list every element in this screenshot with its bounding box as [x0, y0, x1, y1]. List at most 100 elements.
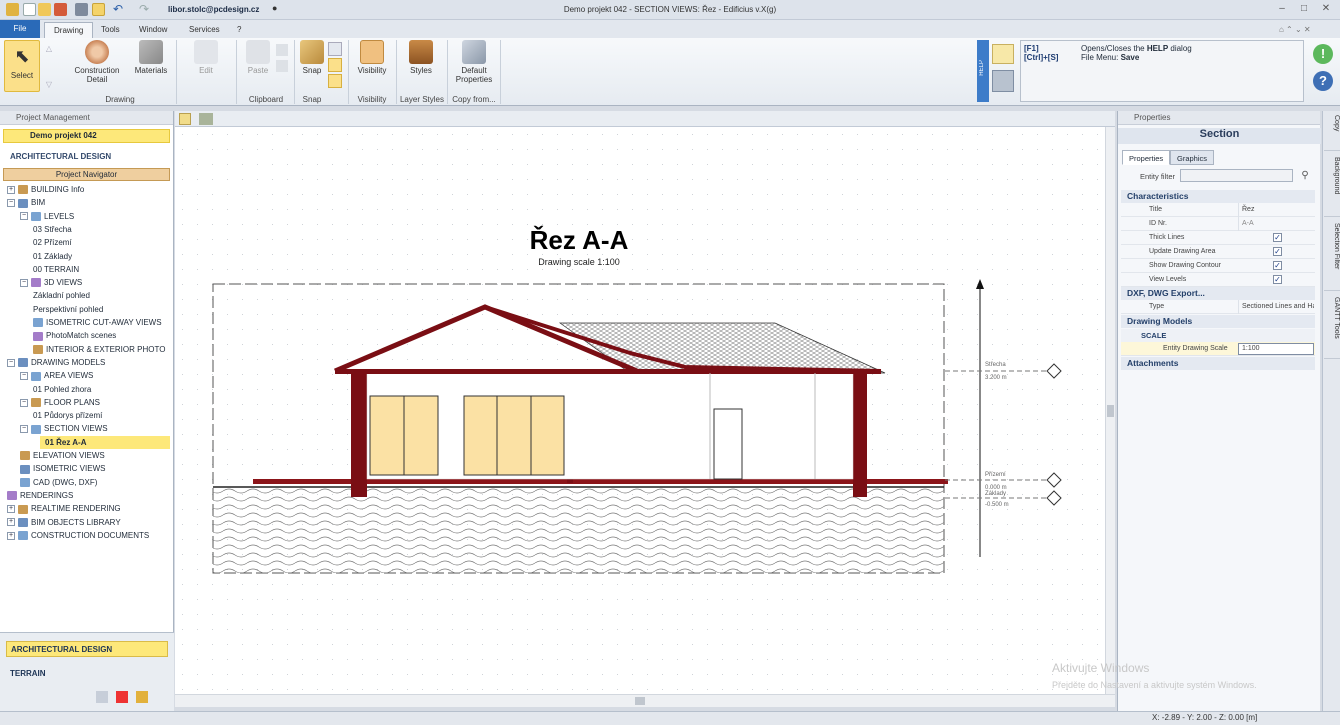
- prop-row-update-area[interactable]: Update Drawing Area ✓: [1121, 245, 1315, 259]
- maximize-button[interactable]: □: [1293, 2, 1315, 16]
- tree-item[interactable]: + BIM OBJECTS LIBRARY: [7, 516, 121, 529]
- help-strip[interactable]: HELP: [977, 40, 989, 102]
- tab-services[interactable]: Services: [180, 22, 229, 38]
- prop-row-title[interactable]: Title Řez: [1121, 203, 1315, 217]
- collapse-icon[interactable]: −: [20, 425, 28, 434]
- vertical-scroll-thumb[interactable]: [1107, 405, 1114, 417]
- tree-item[interactable]: PhotoMatch scenes: [33, 329, 116, 342]
- pointer-icon[interactable]: [92, 3, 105, 16]
- close-button[interactable]: ✕: [1315, 2, 1337, 16]
- snap-grid-icon[interactable]: [328, 42, 342, 56]
- horizontal-scroll-thumb[interactable]: [635, 697, 645, 705]
- tab-tools[interactable]: Tools: [92, 22, 129, 38]
- thick-lines-checkbox[interactable]: ✓: [1273, 233, 1282, 242]
- tree-item[interactable]: ISOMETRIC VIEWS: [20, 462, 105, 475]
- construction-detail-button[interactable]: Construction Detail: [68, 40, 126, 84]
- view-levels-checkbox[interactable]: ✓: [1273, 275, 1282, 284]
- tree-item[interactable]: 02 Přízemí: [33, 236, 72, 249]
- project-navigator-button[interactable]: Project Navigator: [3, 168, 170, 181]
- new-file-icon[interactable]: [23, 3, 36, 16]
- tree-item[interactable]: + CONSTRUCTION DOCUMENTS: [7, 529, 149, 542]
- tree-item[interactable]: RENDERINGS: [7, 489, 73, 502]
- visibility-button[interactable]: Visibility: [354, 40, 390, 75]
- category-drawing-models[interactable]: Drawing Models: [1121, 315, 1315, 328]
- tab-properties[interactable]: Properties: [1122, 150, 1171, 165]
- info-icon[interactable]: !: [1313, 44, 1333, 64]
- side-tab-selection-filter[interactable]: Selection Filter: [1324, 219, 1340, 291]
- cut-icon[interactable]: [276, 60, 288, 72]
- help-tool-icon[interactable]: [992, 70, 1014, 92]
- panel-tool-icon[interactable]: [96, 691, 108, 703]
- canvas-edit-icon[interactable]: [179, 113, 191, 125]
- tree-item[interactable]: 01 Základy: [33, 250, 72, 263]
- select-up-icon[interactable]: △: [44, 44, 54, 53]
- styles-button[interactable]: Styles: [404, 40, 438, 75]
- tree-item[interactable]: ELEVATION VIEWS: [20, 449, 105, 462]
- tree-item[interactable]: − 3D VIEWS: [20, 276, 82, 289]
- open-folder-icon[interactable]: [38, 3, 51, 16]
- panel-p-icon[interactable]: [116, 691, 128, 703]
- canvas-layer-icon[interactable]: [199, 113, 213, 125]
- prop-row-show-contour[interactable]: Show Drawing Contour ✓: [1121, 259, 1315, 273]
- snap-hatch-icon[interactable]: [328, 74, 342, 88]
- tree-item[interactable]: 03 Střecha: [33, 223, 72, 236]
- tree-item[interactable]: − FLOOR PLANS: [20, 396, 100, 409]
- tree-item[interactable]: − LEVELS: [20, 210, 74, 223]
- tree-item[interactable]: 00 TERRAIN: [33, 263, 79, 276]
- drawing-canvas[interactable]: Řez A-A Drawing scale 1:100 Střecha 3.20…: [175, 127, 1105, 694]
- bottom-tab-terrain[interactable]: TERRAIN: [6, 666, 46, 682]
- collapse-icon[interactable]: −: [20, 278, 28, 287]
- prop-row-view-levels[interactable]: View Levels ✓: [1121, 273, 1315, 287]
- paste-button[interactable]: Paste: [244, 40, 272, 75]
- select-down-icon[interactable]: ▽: [44, 80, 54, 89]
- category-characteristics[interactable]: Characteristics: [1121, 190, 1315, 203]
- expand-icon[interactable]: +: [7, 185, 15, 194]
- expand-icon[interactable]: +: [7, 505, 15, 514]
- project-name[interactable]: Demo projekt 042: [3, 129, 170, 143]
- snap-button[interactable]: Snap: [298, 40, 326, 75]
- tab-graphics[interactable]: Graphics: [1170, 150, 1215, 165]
- tree-item[interactable]: 01 Pohled zhora: [33, 383, 91, 396]
- category-dxf-export[interactable]: DXF, DWG Export...: [1121, 287, 1315, 300]
- collapse-icon[interactable]: −: [20, 212, 28, 221]
- update-area-checkbox[interactable]: ✓: [1273, 247, 1282, 256]
- tree-item[interactable]: + BUILDING Info: [7, 183, 84, 196]
- ribbon-controls-icon[interactable]: ⌂ ⌃ ⌄ ✕: [1270, 22, 1320, 38]
- tree-item[interactable]: ISOMETRIC CUT-AWAY VIEWS: [33, 316, 162, 329]
- undo-icon[interactable]: ↶: [113, 3, 129, 16]
- side-tab-background[interactable]: Background: [1324, 153, 1340, 217]
- show-contour-checkbox[interactable]: ✓: [1273, 261, 1282, 270]
- tree-item[interactable]: − AREA VIEWS: [20, 369, 93, 382]
- select-button[interactable]: ⬉ Select: [4, 40, 40, 92]
- help-edit-icon[interactable]: [992, 44, 1014, 64]
- horizontal-scrollbar[interactable]: [175, 694, 1115, 707]
- tree-item[interactable]: − DRAWING MODELS: [7, 356, 105, 369]
- tab-help[interactable]: ?: [228, 22, 250, 38]
- category-attachments[interactable]: Attachments: [1121, 357, 1315, 370]
- redo-icon[interactable]: ↷: [139, 3, 155, 16]
- expand-icon[interactable]: +: [7, 518, 15, 527]
- collapse-icon[interactable]: −: [7, 358, 15, 367]
- tree-item[interactable]: 01 Půdorys přízemí: [33, 409, 102, 422]
- materials-button[interactable]: Materials: [130, 40, 172, 75]
- tree-item[interactable]: − BIM: [7, 196, 45, 209]
- tree-item[interactable]: 01 Řez A-A: [40, 435, 170, 449]
- side-tab-copy[interactable]: Copy: [1324, 111, 1340, 151]
- save-icon[interactable]: [54, 3, 67, 16]
- edit-button[interactable]: Edit: [188, 40, 224, 75]
- snap-endpoint-icon[interactable]: [328, 58, 342, 72]
- minimize-button[interactable]: –: [1271, 2, 1293, 16]
- prop-row-id[interactable]: ID Nr. A-A: [1121, 217, 1315, 231]
- prop-row-thick-lines[interactable]: Thick Lines ✓: [1121, 231, 1315, 245]
- bottom-tab-architectural-design[interactable]: ARCHITECTURAL DESIGN: [6, 641, 168, 657]
- default-properties-button[interactable]: Default Properties: [452, 40, 496, 84]
- tab-window[interactable]: Window: [130, 22, 176, 38]
- collapse-icon[interactable]: −: [7, 199, 15, 208]
- side-tab-gantt-tools[interactable]: GANTT Tools: [1324, 293, 1340, 359]
- expand-icon[interactable]: +: [7, 531, 15, 540]
- filter-icon[interactable]: ⚲: [1298, 169, 1312, 182]
- panel-settings-icon[interactable]: [136, 691, 148, 703]
- tree-item[interactable]: + REALTIME RENDERING: [7, 502, 121, 515]
- tree-item[interactable]: − SECTION VIEWS: [20, 422, 108, 435]
- help-question-icon[interactable]: ?: [1313, 71, 1333, 91]
